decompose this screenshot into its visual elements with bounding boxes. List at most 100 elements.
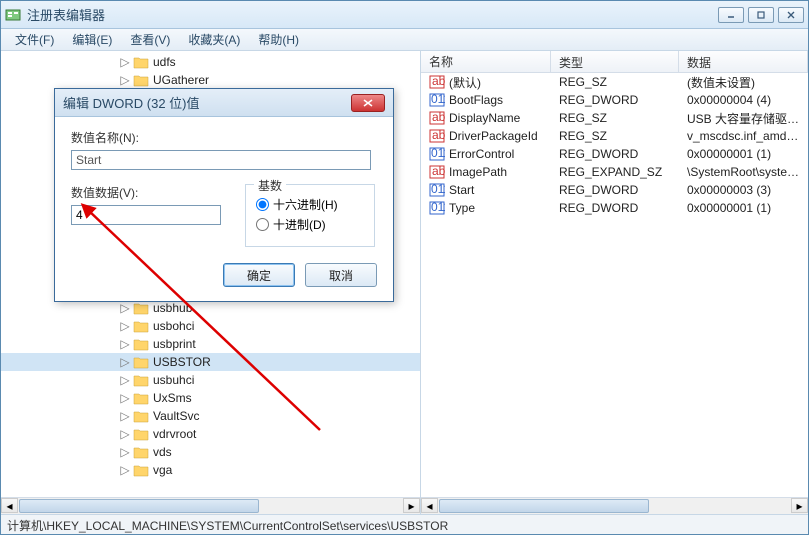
tree-item-vds[interactable]: ▷ vds xyxy=(1,443,420,461)
cell-name: 011Type xyxy=(421,201,551,215)
cell-type: REG_DWORD xyxy=(551,201,679,215)
col-name[interactable]: 名称 xyxy=(421,51,551,72)
base-legend: 基数 xyxy=(254,177,286,194)
edit-dword-dialog: 编辑 DWORD (32 位)值 数值名称(N): 数值数据(V): 基数 十六… xyxy=(54,88,394,302)
value-name-field[interactable] xyxy=(71,150,371,170)
expander-icon[interactable]: ▷ xyxy=(119,446,131,458)
cell-name: 011BootFlags xyxy=(421,93,551,107)
minimize-button[interactable] xyxy=(718,7,744,23)
svg-text:ab: ab xyxy=(432,129,445,142)
expander-icon[interactable]: ▷ xyxy=(119,74,131,86)
cell-type: REG_EXPAND_SZ xyxy=(551,165,679,179)
tree-item-label: UGatherer xyxy=(153,73,209,87)
cell-name: abDriverPackageId xyxy=(421,129,551,143)
value-row[interactable]: ab(默认)REG_SZ(数值未设置) xyxy=(421,73,808,91)
tree-item-usbuhci[interactable]: ▷usbuhci xyxy=(1,371,420,389)
col-data[interactable]: 数据 xyxy=(679,51,808,72)
scroll-left-icon[interactable]: ◂ xyxy=(421,498,438,513)
cell-name: 011Start xyxy=(421,183,551,197)
cell-name: ab(默认) xyxy=(421,74,551,91)
app-icon xyxy=(5,7,21,23)
tree-item-usbstor[interactable]: ▷ USBSTOR xyxy=(1,353,420,371)
tree-item-vdrvroot[interactable]: ▷vdrvroot xyxy=(1,425,420,443)
cancel-button[interactable]: 取消 xyxy=(305,263,377,287)
list-body[interactable]: ab(默认)REG_SZ(数值未设置)011BootFlagsREG_DWORD… xyxy=(421,73,808,497)
menu-view[interactable]: 查看(V) xyxy=(122,29,178,50)
tree-item-label: usbhub xyxy=(153,301,192,315)
cell-type: REG_SZ xyxy=(551,75,679,89)
value-row[interactable]: 011TypeREG_DWORD0x00000001 (1) xyxy=(421,199,808,217)
scroll-thumb[interactable] xyxy=(439,499,649,513)
radio-hex-label: 十六进制(H) xyxy=(273,196,338,213)
dialog-title: 编辑 DWORD (32 位)值 xyxy=(63,93,351,112)
value-row[interactable]: 011ErrorControlREG_DWORD0x00000001 (1) xyxy=(421,145,808,163)
values-pane: 名称 类型 数据 ab(默认)REG_SZ(数值未设置)011BootFlags… xyxy=(421,51,808,514)
radio-dec[interactable]: 十进制(D) xyxy=(256,216,364,233)
tree-item-vga[interactable]: ▷ vga xyxy=(1,461,420,479)
value-row[interactable]: 011StartREG_DWORD0x00000003 (3) xyxy=(421,181,808,199)
tree-item-uxsms[interactable]: ▷ UxSms xyxy=(1,389,420,407)
expander-icon[interactable]: ▷ xyxy=(119,464,131,476)
tree-item-udfs[interactable]: ▷ udfs xyxy=(1,53,420,71)
cell-name: abDisplayName xyxy=(421,111,551,125)
tree-item-label: UxSms xyxy=(153,391,192,405)
radio-hex[interactable]: 十六进制(H) xyxy=(256,196,364,213)
dialog-close-button[interactable] xyxy=(351,94,385,112)
expander-icon[interactable]: ▷ xyxy=(119,302,131,314)
tree-item-usbohci[interactable]: ▷ usbohci xyxy=(1,317,420,335)
value-row[interactable]: abImagePathREG_EXPAND_SZ\SystemRoot\syst… xyxy=(421,163,808,181)
expander-icon[interactable]: ▷ xyxy=(119,56,131,68)
radio-hex-input[interactable] xyxy=(256,198,269,211)
menu-file[interactable]: 文件(F) xyxy=(7,29,62,50)
ok-button[interactable]: 确定 xyxy=(223,263,295,287)
svg-text:011: 011 xyxy=(431,183,445,196)
tree-item-label: usbohci xyxy=(153,319,194,333)
titlebar: 注册表编辑器 xyxy=(1,1,808,29)
value-row[interactable]: abDriverPackageIdREG_SZv_mscdsc.inf_amd6… xyxy=(421,127,808,145)
tree-item-label: vds xyxy=(153,445,172,459)
scroll-thumb[interactable] xyxy=(19,499,259,513)
menu-help[interactable]: 帮助(H) xyxy=(250,29,307,50)
tree-item-label: usbprint xyxy=(153,337,196,351)
tree-item-label: udfs xyxy=(153,55,176,69)
window-title: 注册表编辑器 xyxy=(27,5,718,24)
tree-hscroll[interactable]: ◂ ▸ xyxy=(1,497,420,514)
expander-icon[interactable]: ▷ xyxy=(119,392,131,404)
value-name-label: 数值名称(N): xyxy=(71,129,377,146)
tree-item-usbprint[interactable]: ▷ usbprint xyxy=(1,335,420,353)
expander-icon[interactable]: ▷ xyxy=(119,356,131,368)
value-row[interactable]: 011BootFlagsREG_DWORD0x00000004 (4) xyxy=(421,91,808,109)
cell-data: USB 大容量存储驱动程序 xyxy=(679,110,808,127)
cell-data: (数值未设置) xyxy=(679,74,808,91)
radio-dec-input[interactable] xyxy=(256,218,269,231)
expander-icon[interactable]: ▷ xyxy=(119,374,131,386)
list-hscroll[interactable]: ◂ ▸ xyxy=(421,497,808,514)
scroll-right-icon[interactable]: ▸ xyxy=(403,498,420,513)
tree-item-ugatherer[interactable]: ▷ UGatherer xyxy=(1,71,420,89)
expander-icon[interactable]: ▷ xyxy=(119,320,131,332)
value-data-field[interactable] xyxy=(71,205,221,225)
radio-dec-label: 十进制(D) xyxy=(273,216,326,233)
tree-item-label: vga xyxy=(153,463,172,477)
menu-favorites[interactable]: 收藏夹(A) xyxy=(180,29,248,50)
close-button[interactable] xyxy=(778,7,804,23)
cell-data: v_mscdsc.inf_amd64_ne xyxy=(679,129,808,143)
tree-item-label: USBSTOR xyxy=(153,355,211,369)
svg-text:ab: ab xyxy=(432,165,445,178)
col-type[interactable]: 类型 xyxy=(551,51,679,72)
value-row[interactable]: abDisplayNameREG_SZUSB 大容量存储驱动程序 xyxy=(421,109,808,127)
expander-icon[interactable]: ▷ xyxy=(119,428,131,440)
scroll-left-icon[interactable]: ◂ xyxy=(1,498,18,513)
maximize-button[interactable] xyxy=(748,7,774,23)
expander-icon[interactable]: ▷ xyxy=(119,410,131,422)
scroll-right-icon[interactable]: ▸ xyxy=(791,498,808,513)
cell-name: 011ErrorControl xyxy=(421,147,551,161)
svg-text:ab: ab xyxy=(432,111,445,124)
cell-type: REG_DWORD xyxy=(551,93,679,107)
cell-data: 0x00000004 (4) xyxy=(679,93,808,107)
expander-icon[interactable]: ▷ xyxy=(119,338,131,350)
tree-item-vaultsvc[interactable]: ▷VaultSvc xyxy=(1,407,420,425)
svg-text:011: 011 xyxy=(431,147,445,160)
dialog-titlebar: 编辑 DWORD (32 位)值 xyxy=(55,89,393,117)
menu-edit[interactable]: 编辑(E) xyxy=(64,29,120,50)
